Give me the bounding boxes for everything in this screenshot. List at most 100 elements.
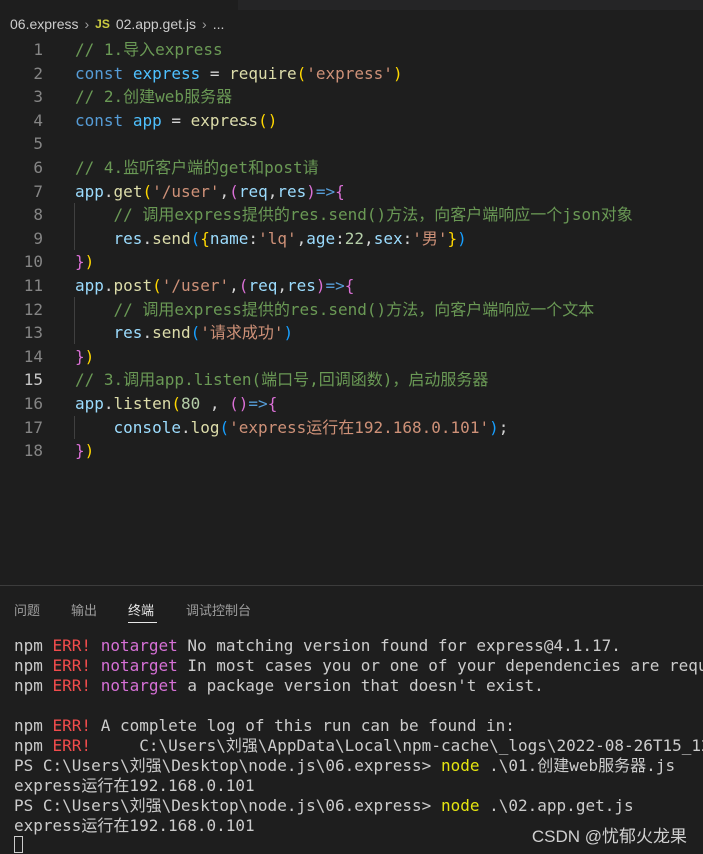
line-number: 11	[23, 276, 43, 295]
terminal-token-plain	[91, 676, 101, 695]
tab-problems[interactable]: 问题	[14, 600, 40, 619]
token-plain: ,	[219, 181, 230, 201]
breadcrumb-folder[interactable]: 06.express	[10, 16, 78, 32]
token-keyword: const	[75, 110, 124, 130]
code-editor[interactable]: 1 // 1.导入express 2 const express = require(…	[0, 38, 703, 468]
terminal-token-err: ERR!	[52, 736, 92, 755]
code-text: // 2.创建web服务器	[75, 85, 232, 109]
token-var: console	[113, 417, 181, 437]
chevron-right-icon: ›	[84, 16, 90, 32]
token-brace2: }	[75, 346, 85, 366]
line-number: 1	[33, 40, 43, 59]
code-line[interactable]: 15 // 3.调用app.listen(端口号,回调函数)，启动服务器	[0, 368, 703, 392]
code-line[interactable]: 3 // 2.创建web服务器	[0, 85, 703, 109]
token-plain: ,	[229, 276, 239, 295]
token-number: 22	[344, 228, 365, 248]
token-brace2: )	[315, 276, 326, 295]
token-brace: {	[200, 228, 210, 248]
line-number: 4	[33, 110, 43, 130]
code-line[interactable]: 17 console.log('express运行在192.168.0.101'…	[0, 416, 703, 440]
code-line[interactable]: 18})	[0, 439, 703, 463]
token-var: res	[113, 228, 143, 248]
line-number: 16	[23, 394, 43, 413]
code-line[interactable]: 6 // 4.监听客户端的get和post请	[0, 156, 703, 180]
line-number: 2	[33, 63, 43, 83]
code-line[interactable]: 13 res.send('请求成功')	[0, 321, 703, 345]
breadcrumb-file[interactable]: 02.app.get.js	[116, 16, 196, 32]
token-comment: // 2.创建web服务器	[75, 87, 233, 107]
code-line[interactable]: 10})	[0, 250, 703, 274]
terminal-token-err: ERR!	[52, 716, 92, 735]
code-line[interactable]: 12 // 调用express提供的res.send()方法，向客户端响应一个文…	[0, 298, 703, 322]
breadcrumb-more[interactable]: ...	[213, 16, 225, 32]
tab-debug-console[interactable]: 调试控制台	[186, 600, 251, 619]
code-line[interactable]: 11 app.post('/user',(req,res)=>{	[0, 274, 703, 298]
breadcrumb: 06.express › JS 02.app.get.js › ...	[0, 10, 703, 38]
code-text: // 3.调用app.listen(端口号,回调函数)，启动服务器	[75, 368, 488, 392]
panel-tabs: 问题 输出 终端 调试控制台	[0, 590, 703, 630]
code-line[interactable]: 14})	[0, 345, 703, 369]
token-brace2: ()	[229, 394, 249, 413]
token-brace2: (	[229, 181, 239, 201]
tab-output[interactable]: 输出	[71, 600, 97, 619]
token-brace: )	[84, 346, 95, 366]
token-string: 'express'	[306, 63, 393, 83]
token-plain: .	[142, 228, 153, 248]
token-func: listen	[113, 394, 172, 413]
code-text: })	[75, 250, 94, 274]
token-func: require	[229, 63, 297, 83]
token-plain: ,	[296, 228, 307, 248]
terminal-token-plain: A complete log of this run can be found …	[91, 716, 515, 735]
terminal-token-plain: No matching version found for express@4.…	[177, 636, 621, 655]
token-comment: // 1.导入express	[75, 40, 223, 59]
token-brace: (	[171, 394, 181, 413]
panel-divider	[0, 585, 703, 586]
code-line[interactable]: 1 // 1.导入express	[0, 38, 703, 62]
terminal-token-plain: C:\Users\刘强\AppData\Local\npm-cache\_log…	[91, 736, 703, 755]
terminal-token-plain: npm	[14, 656, 53, 675]
code-line[interactable]: 7 app.get('/user',(req,res)=>{	[0, 180, 703, 204]
token-plain: .	[103, 276, 114, 295]
token-brace3: )	[283, 323, 294, 343]
terminal-line: npm ERR! A complete log of this run can …	[14, 716, 515, 736]
token-string: '男'	[412, 228, 448, 248]
line-number: 17	[23, 417, 43, 437]
token-brace2: (	[238, 276, 249, 295]
code-line[interactable]: 8 // 调用express提供的res.send()方法，向客户端响应一个js…	[0, 203, 703, 227]
tab-terminal[interactable]: 终端	[128, 600, 154, 619]
token-plain: .	[103, 181, 114, 201]
line-number: 5	[33, 134, 43, 154]
code-line[interactable]: 9 res.send({name:'lq',age:22,sex:'男'})	[0, 227, 703, 251]
token-func: log	[190, 417, 220, 437]
active-tab-indicator	[128, 622, 157, 623]
token-brace: ()	[258, 110, 278, 130]
token-brace: )	[84, 441, 95, 461]
code-line[interactable]: 4 const app = express()	[0, 109, 703, 133]
editor-tab-strip	[0, 0, 703, 10]
line-number: 10	[23, 252, 43, 272]
terminal-token-yellow: node	[440, 796, 480, 815]
code-line[interactable]: 16 app.listen(80 , ()=>{	[0, 392, 703, 416]
token-brace3: (	[190, 228, 201, 248]
token-plain: ,	[364, 228, 374, 248]
code-line[interactable]: 2 const express = require('express')	[0, 62, 703, 86]
token-var: app	[75, 276, 104, 295]
terminal-token-magenta: notarget	[100, 636, 178, 655]
token-plain: :	[248, 228, 259, 248]
code-text: // 调用express提供的res.send()方法，向客户端响应一个json…	[75, 203, 633, 227]
code-line[interactable]: 5	[0, 132, 703, 156]
terminal-token-magenta: notarget	[100, 676, 178, 695]
code-text: app.get('/user',(req,res)=>{	[75, 180, 345, 204]
token-plain: .	[103, 394, 114, 413]
terminal-line: express运行在192.168.0.101	[14, 776, 255, 796]
token-plain: ,	[277, 276, 287, 295]
token-brace3: )	[489, 417, 499, 437]
token-plain: ,	[200, 394, 230, 413]
terminal-token-plain: a package version that doesn't exist.	[177, 676, 544, 695]
token-brace3: (	[219, 417, 230, 437]
line-number: 8	[33, 205, 43, 225]
